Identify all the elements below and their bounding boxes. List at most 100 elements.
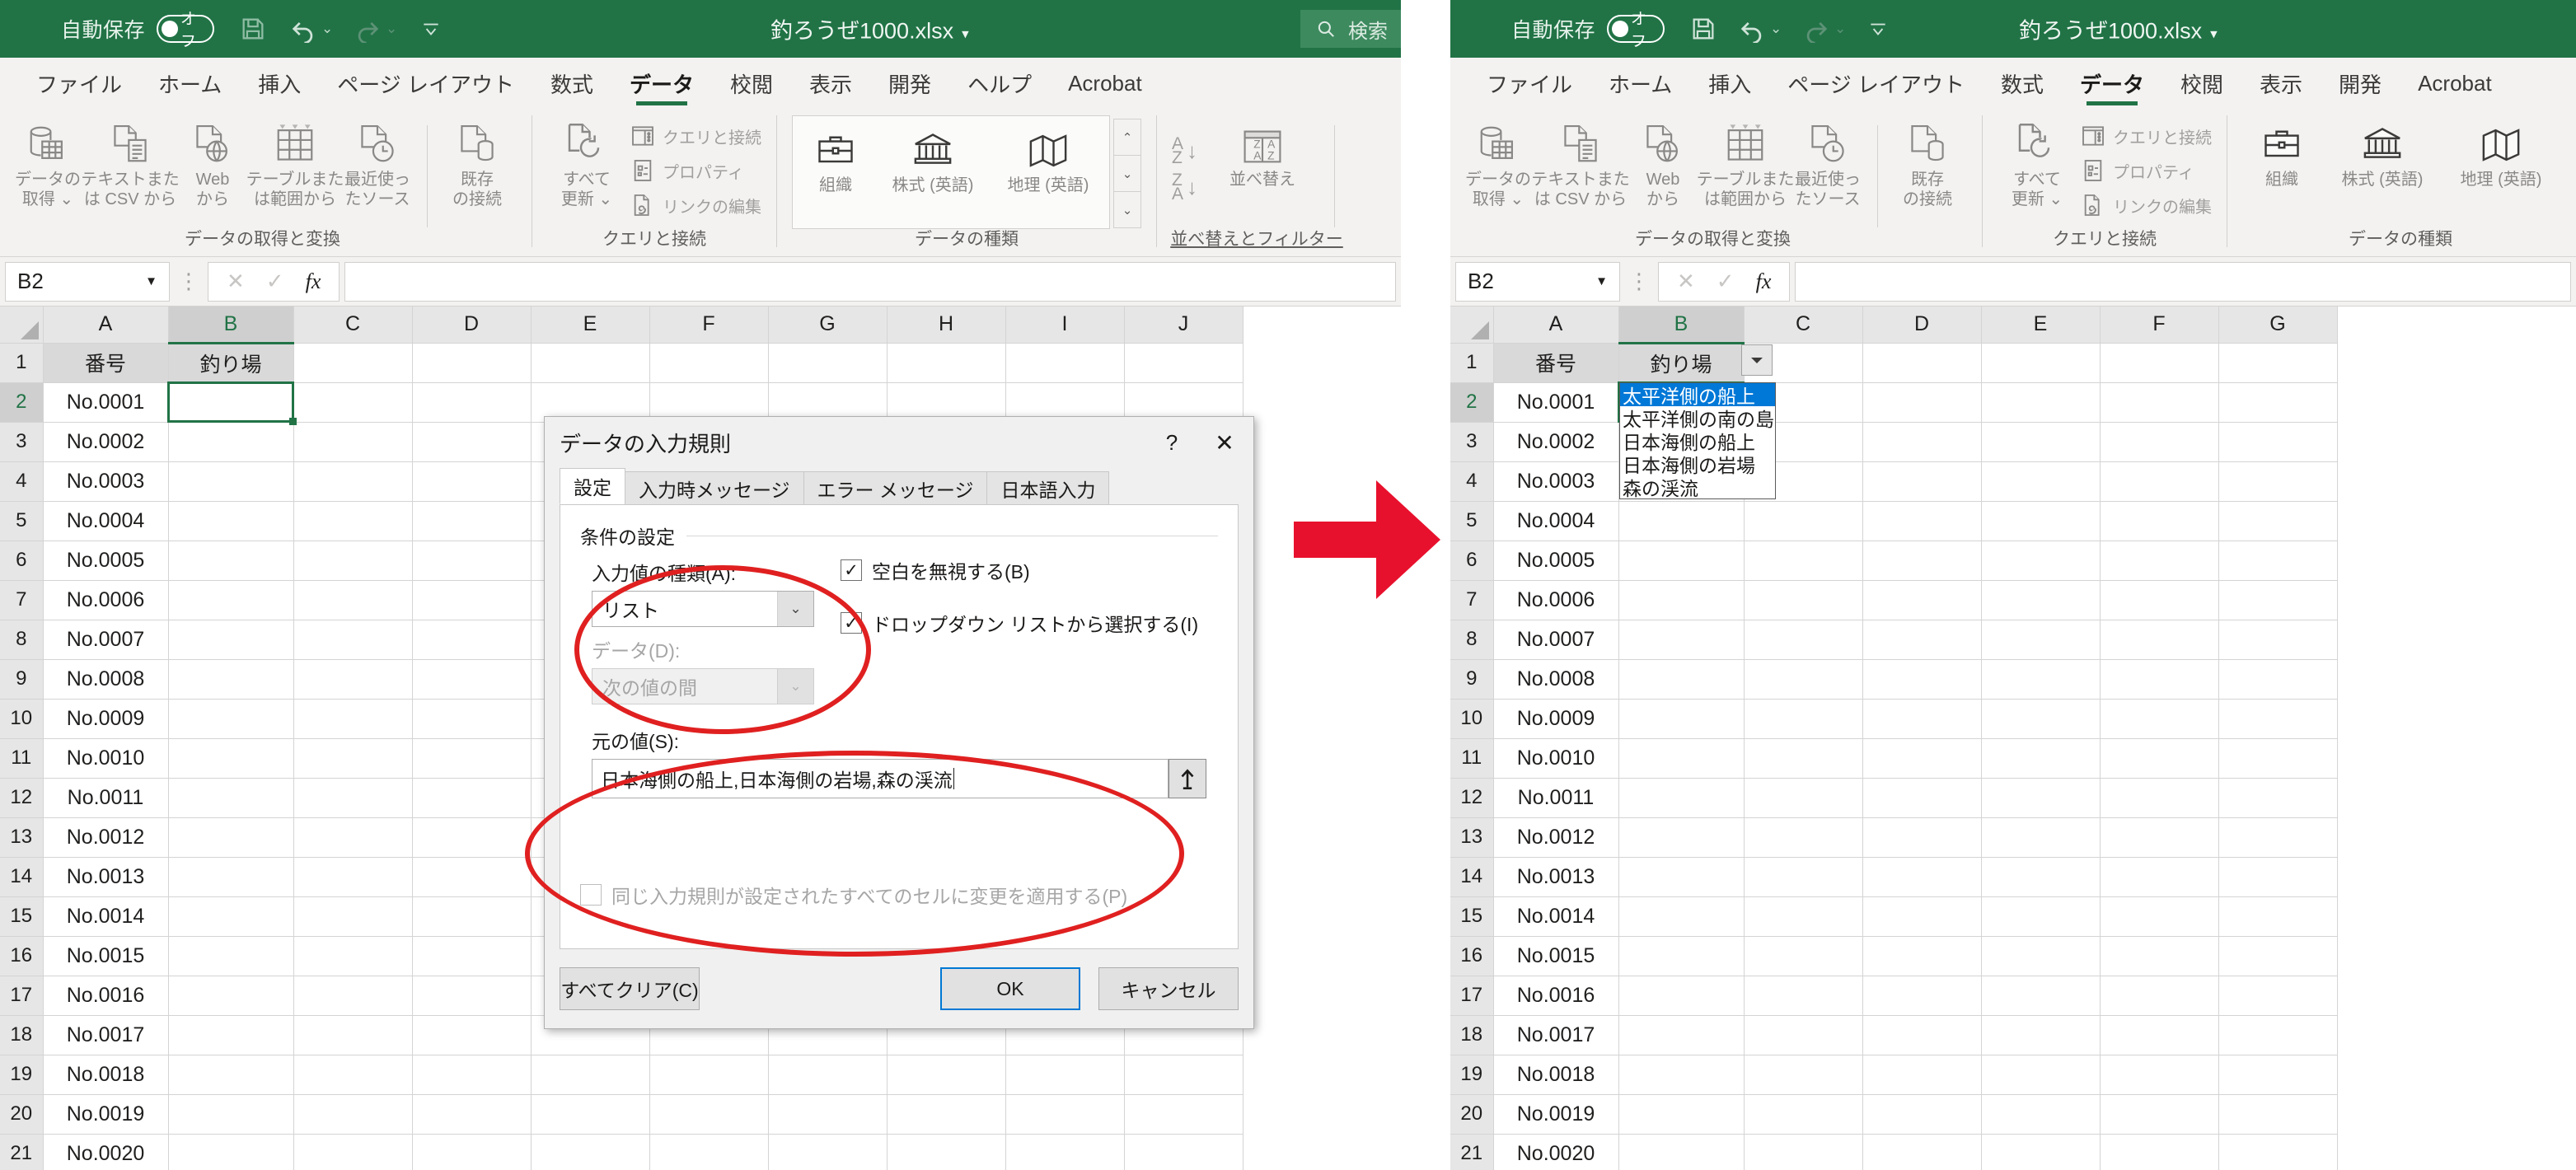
col-header-J[interactable]: J: [1124, 307, 1244, 344]
redo-chevron-icon[interactable]: ⌄: [386, 21, 397, 37]
tab-view-right[interactable]: 表示: [2241, 58, 2321, 109]
row-header-6[interactable]: 6: [0, 541, 44, 581]
cell-B13[interactable]: [168, 817, 294, 858]
gallery-spinner[interactable]: ⌃ ⌄ ⌄: [1113, 119, 1141, 228]
dropdown-item-2[interactable]: 日本海側の船上: [1620, 429, 1775, 453]
row-header-1[interactable]: 1: [0, 343, 44, 383]
col-header-B[interactable]: B: [168, 307, 294, 344]
cell-B15[interactable]: [168, 896, 294, 937]
col-header-C[interactable]: C: [293, 307, 413, 344]
dropdown-arrow-button[interactable]: [1741, 344, 1773, 376]
edit-links-button[interactable]: リンクの編集: [630, 188, 761, 222]
cell-B1[interactable]: 釣り場: [168, 343, 294, 383]
cell-A7[interactable]: No.0006: [43, 580, 169, 620]
row-header-12-right[interactable]: 12: [1450, 778, 1494, 818]
dialog-tab-settings[interactable]: 設定: [560, 468, 625, 504]
dropdown-item-1[interactable]: 太平洋側の南の島: [1620, 406, 1775, 430]
cell-B21[interactable]: [168, 1134, 294, 1170]
cell-B18[interactable]: [168, 1015, 294, 1055]
row-header-5-right[interactable]: 5: [1450, 501, 1494, 541]
row-header-15[interactable]: 15: [0, 896, 44, 937]
collapse-dialog-button[interactable]: [1169, 759, 1206, 798]
col-header-D-right[interactable]: D: [1862, 307, 1982, 344]
cell-A18[interactable]: No.0017: [43, 1015, 169, 1055]
tab-insert[interactable]: 挿入: [240, 58, 319, 109]
cell-B8[interactable]: [168, 620, 294, 660]
edit-links-button-right[interactable]: リンクの編集: [2080, 188, 2212, 222]
name-box-chevron-icon-right[interactable]: ▼: [1595, 274, 1608, 288]
clear-all-button[interactable]: すべてクリア(C): [560, 967, 700, 1010]
cell-A1[interactable]: 番号: [43, 343, 169, 383]
tab-help[interactable]: ヘルプ: [949, 58, 1050, 109]
col-header-I[interactable]: I: [1005, 307, 1125, 344]
customize-quick-access-icon[interactable]: [420, 18, 442, 40]
autosave-switch[interactable]: オフ: [157, 11, 215, 50]
cell-A3-right[interactable]: No.0002: [1493, 422, 1619, 462]
undo-button-right[interactable]: ⌄: [1737, 15, 1782, 43]
cell-A2-right[interactable]: No.0001: [1493, 382, 1619, 423]
existing-connections-button[interactable]: 既存 の接続: [438, 115, 517, 209]
accept-icon-right[interactable]: ✓: [1717, 269, 1735, 294]
recent-sources-button-right[interactable]: 最近使っ たソース: [1788, 115, 1867, 209]
name-box-right[interactable]: B2 ▼: [1455, 261, 1620, 302]
cell-B3[interactable]: [168, 422, 294, 462]
name-box-chevron-icon[interactable]: ▼: [145, 274, 157, 288]
cell-A19-right[interactable]: No.0018: [1493, 1055, 1619, 1095]
from-web-button[interactable]: Web から: [173, 115, 252, 209]
tab-acrobat-right[interactable]: Acrobat: [2400, 58, 2510, 109]
document-title-chevron-icon-right[interactable]: ▾: [2210, 26, 2218, 42]
cell-B7[interactable]: [168, 580, 294, 620]
cell-A5-right[interactable]: No.0004: [1493, 501, 1619, 541]
cancel-button[interactable]: キャンセル: [1098, 967, 1239, 1010]
dialog-tab-input-message[interactable]: 入力時メッセージ: [625, 471, 804, 504]
row-header-11[interactable]: 11: [0, 738, 44, 779]
cell-C1[interactable]: [293, 343, 413, 383]
cell-G1[interactable]: [768, 343, 888, 383]
allow-combobox[interactable]: リスト ⌄: [592, 591, 814, 627]
in-cell-dropdown-row[interactable]: ✓ ドロップダウン リストから選択する(I): [841, 609, 1198, 637]
row-header-2[interactable]: 2: [0, 382, 44, 423]
cell-J1[interactable]: [1124, 343, 1244, 383]
save-button-right[interactable]: [1689, 15, 1717, 43]
cell-A9-right[interactable]: No.0008: [1493, 659, 1619, 700]
autosave-toggle-right[interactable]: 自動保存 オフ: [1511, 11, 1665, 50]
tab-data-right[interactable]: データ: [2062, 58, 2162, 109]
cell-A11[interactable]: No.0010: [43, 738, 169, 779]
refresh-all-button-right[interactable]: すべて 更新 ⌄: [1998, 115, 2077, 209]
cell-A6-right[interactable]: No.0005: [1493, 541, 1619, 581]
stocks-organization-button[interactable]: 組織: [796, 121, 875, 196]
insert-function-icon-right[interactable]: fx: [1756, 269, 1772, 294]
col-header-H[interactable]: H: [887, 307, 1006, 344]
geography-button-right[interactable]: 地理 (英語): [2443, 115, 2559, 190]
cell-D2[interactable]: [412, 382, 532, 423]
row-header-21-right[interactable]: 21: [1450, 1134, 1494, 1170]
row-header-10-right[interactable]: 10: [1450, 699, 1494, 739]
apply-all-checkbox[interactable]: [580, 884, 602, 906]
cell-A13-right[interactable]: No.0012: [1493, 817, 1619, 858]
allow-chevron-down-icon[interactable]: ⌄: [777, 592, 813, 626]
from-web-button-right[interactable]: Web から: [1623, 115, 1703, 209]
row-header-8-right[interactable]: 8: [1450, 620, 1494, 660]
cell-A17-right[interactable]: No.0016: [1493, 976, 1619, 1016]
sort-descending-button[interactable]: Z A ↓: [1172, 169, 1197, 205]
document-title-left[interactable]: 釣ろうぜ1000.xlsx ▾: [770, 13, 969, 45]
cell-A9[interactable]: No.0008: [43, 659, 169, 700]
row-header-4-right[interactable]: 4: [1450, 461, 1494, 502]
row-header-4[interactable]: 4: [0, 461, 44, 502]
col-header-B-right[interactable]: B: [1618, 307, 1745, 344]
cell-A13[interactable]: No.0012: [43, 817, 169, 858]
cell-E1[interactable]: [531, 343, 650, 383]
row-header-7[interactable]: 7: [0, 580, 44, 620]
tab-page-layout-right[interactable]: ページ レイアウト: [1769, 58, 1983, 109]
stocks-button[interactable]: 株式 (英語): [875, 121, 991, 196]
dropdown-item-3[interactable]: 日本海側の岩場: [1620, 452, 1775, 476]
row-header-3[interactable]: 3: [0, 422, 44, 462]
cell-I1[interactable]: [1005, 343, 1125, 383]
document-title-right[interactable]: 釣ろうぜ1000.xlsx ▾: [2019, 13, 2218, 45]
cell-A15[interactable]: No.0014: [43, 896, 169, 937]
col-header-D[interactable]: D: [412, 307, 532, 344]
tab-formulas-right[interactable]: 数式: [1983, 58, 2062, 109]
tab-view[interactable]: 表示: [791, 58, 870, 109]
row-header-17-right[interactable]: 17: [1450, 976, 1494, 1016]
row-header-18-right[interactable]: 18: [1450, 1015, 1494, 1055]
